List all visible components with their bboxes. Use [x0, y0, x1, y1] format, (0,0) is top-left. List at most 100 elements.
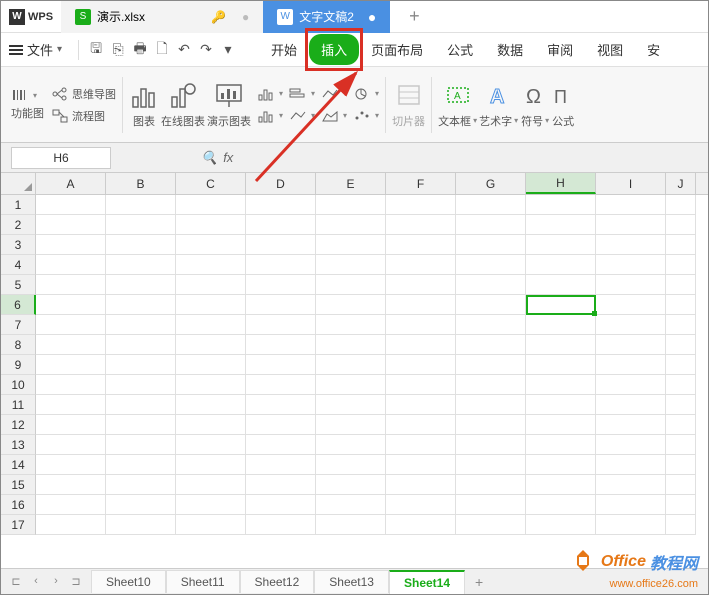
- sheet-tab[interactable]: Sheet13: [314, 570, 389, 593]
- cell[interactable]: [246, 435, 316, 455]
- func-chart-button[interactable]: ▾: [11, 88, 44, 102]
- cell[interactable]: [176, 215, 246, 235]
- col-J[interactable]: J: [666, 173, 696, 194]
- cell[interactable]: [456, 255, 526, 275]
- col-G[interactable]: G: [456, 173, 526, 194]
- cell[interactable]: [246, 195, 316, 215]
- cell[interactable]: [526, 295, 596, 315]
- tab-more[interactable]: 安: [635, 34, 672, 65]
- wordart-button[interactable]: A 艺术字▾: [479, 81, 518, 129]
- cell[interactable]: [526, 475, 596, 495]
- cell[interactable]: [456, 375, 526, 395]
- cell[interactable]: [456, 395, 526, 415]
- cell[interactable]: [176, 335, 246, 355]
- cell[interactable]: [596, 395, 666, 415]
- sheet-tab[interactable]: Sheet11: [166, 570, 240, 593]
- cell[interactable]: [526, 415, 596, 435]
- col-F[interactable]: F: [386, 173, 456, 194]
- cell[interactable]: [36, 255, 106, 275]
- cell[interactable]: [386, 435, 456, 455]
- cell[interactable]: [176, 195, 246, 215]
- cell[interactable]: [176, 295, 246, 315]
- cell[interactable]: [176, 395, 246, 415]
- cell[interactable]: [36, 475, 106, 495]
- cell[interactable]: [106, 455, 176, 475]
- cell[interactable]: [456, 335, 526, 355]
- cell[interactable]: [386, 455, 456, 475]
- cell[interactable]: [246, 215, 316, 235]
- save-icon[interactable]: 🖫: [85, 38, 107, 62]
- document-tab-1[interactable]: S 演示.xlsx 🔑 ●: [61, 1, 263, 33]
- cell[interactable]: [36, 415, 106, 435]
- cell[interactable]: [456, 215, 526, 235]
- cell[interactable]: [176, 515, 246, 535]
- cell[interactable]: [36, 515, 106, 535]
- cell[interactable]: [456, 495, 526, 515]
- open-icon[interactable]: ⎘: [107, 41, 129, 58]
- cell[interactable]: [176, 235, 246, 255]
- cell[interactable]: [176, 435, 246, 455]
- cell[interactable]: [386, 255, 456, 275]
- cell[interactable]: [176, 275, 246, 295]
- formula-button[interactable]: Π 公式: [552, 81, 574, 129]
- add-sheet-button[interactable]: +: [465, 574, 493, 590]
- cell[interactable]: [666, 255, 696, 275]
- cell[interactable]: [316, 335, 386, 355]
- cell[interactable]: [316, 315, 386, 335]
- row-header[interactable]: 10: [1, 375, 36, 395]
- cell[interactable]: [246, 515, 316, 535]
- row-header[interactable]: 2: [1, 215, 36, 235]
- new-tab-button[interactable]: +: [398, 6, 430, 27]
- cell[interactable]: [386, 495, 456, 515]
- cell[interactable]: [596, 435, 666, 455]
- cell[interactable]: [666, 375, 696, 395]
- cell[interactable]: [666, 335, 696, 355]
- cell[interactable]: [246, 255, 316, 275]
- row-header[interactable]: 15: [1, 475, 36, 495]
- cell[interactable]: [176, 255, 246, 275]
- cell[interactable]: [316, 495, 386, 515]
- cell[interactable]: [666, 275, 696, 295]
- cell[interactable]: [36, 355, 106, 375]
- tab-pagelayout[interactable]: 页面布局: [359, 34, 435, 65]
- cell[interactable]: [666, 195, 696, 215]
- cell[interactable]: [246, 415, 316, 435]
- cell[interactable]: [316, 415, 386, 435]
- cell[interactable]: [106, 395, 176, 415]
- row-header[interactable]: 9: [1, 355, 36, 375]
- col-C[interactable]: C: [176, 173, 246, 194]
- cell[interactable]: [176, 355, 246, 375]
- file-menu[interactable]: 文件 ▾: [9, 40, 62, 59]
- cell[interactable]: [106, 195, 176, 215]
- cell[interactable]: [106, 235, 176, 255]
- cell[interactable]: [316, 235, 386, 255]
- cell[interactable]: [666, 475, 696, 495]
- col-A[interactable]: A: [36, 173, 106, 194]
- cell[interactable]: [596, 475, 666, 495]
- sheet-tab[interactable]: Sheet10: [91, 570, 166, 593]
- chart-button[interactable]: 图表: [129, 81, 159, 129]
- cell[interactable]: [246, 455, 316, 475]
- slicer-button[interactable]: 切片器: [392, 81, 425, 129]
- cell[interactable]: [106, 355, 176, 375]
- cell[interactable]: [36, 295, 106, 315]
- online-chart-button[interactable]: 在线图表: [161, 81, 205, 129]
- cell[interactable]: [526, 335, 596, 355]
- row-header[interactable]: 3: [1, 235, 36, 255]
- cell[interactable]: [526, 315, 596, 335]
- cell[interactable]: [36, 435, 106, 455]
- cell[interactable]: [316, 215, 386, 235]
- cell[interactable]: [596, 375, 666, 395]
- col-E[interactable]: E: [316, 173, 386, 194]
- cell[interactable]: [666, 235, 696, 255]
- cell[interactable]: [596, 195, 666, 215]
- cell[interactable]: [456, 235, 526, 255]
- row-header[interactable]: 8: [1, 335, 36, 355]
- undo-icon[interactable]: ↶: [173, 41, 195, 58]
- tab-data[interactable]: 数据: [485, 34, 535, 65]
- row-header[interactable]: 5: [1, 275, 36, 295]
- cell[interactable]: [456, 515, 526, 535]
- cell[interactable]: [106, 435, 176, 455]
- cell[interactable]: [386, 375, 456, 395]
- cell[interactable]: [246, 235, 316, 255]
